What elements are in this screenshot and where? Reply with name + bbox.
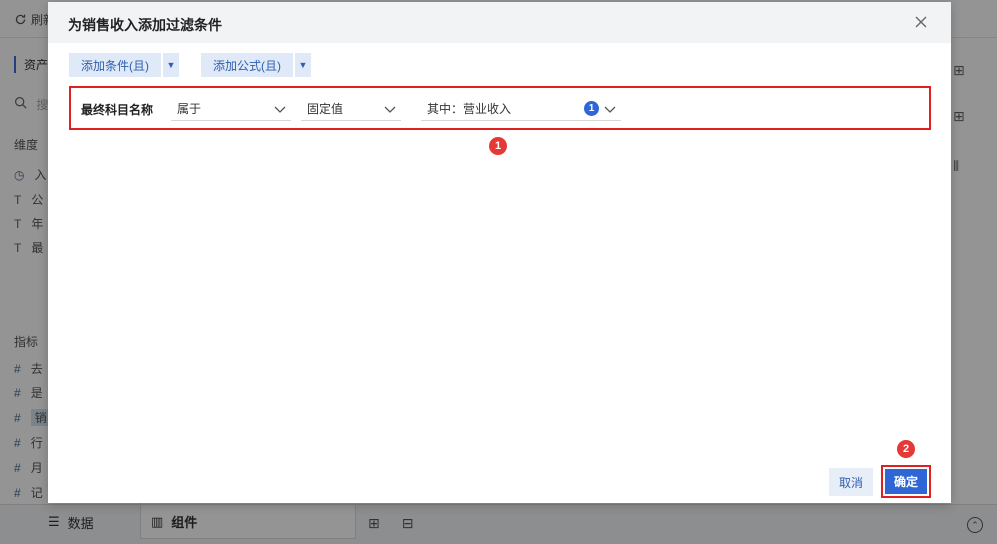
cancel-button[interactable]: 取消 [829, 468, 873, 496]
condition-row: 最终科目名称 属于 固定值 其中：营业收入 1 [69, 86, 931, 130]
step-marker-1: 1 [489, 137, 507, 155]
add-condition-group: 添加条件(且) ▼ [69, 53, 179, 77]
chevron-down-icon [604, 106, 616, 113]
dialog-title: 为销售收入添加过滤条件 [68, 17, 222, 33]
caret-down-icon: ▼ [298, 60, 308, 70]
close-icon[interactable] [913, 14, 929, 30]
add-condition-dropdown[interactable]: ▼ [163, 53, 179, 77]
add-formula-button[interactable]: 添加公式(且) [201, 53, 293, 77]
operator-select[interactable]: 属于 [171, 97, 291, 121]
add-formula-group: 添加公式(且) ▼ [201, 53, 311, 77]
add-formula-dropdown[interactable]: ▼ [295, 53, 311, 77]
ok-button[interactable]: 确定 [885, 469, 927, 494]
add-condition-button[interactable]: 添加条件(且) [69, 53, 161, 77]
chevron-down-icon [384, 106, 396, 113]
chevron-down-icon [274, 106, 286, 113]
filter-dialog: 为销售收入添加过滤条件 添加条件(且) ▼ 添加公式(且) ▼ 最终科目名称 属… [48, 2, 951, 503]
caret-down-icon: ▼ [166, 60, 176, 70]
step-marker-2: 2 [897, 440, 915, 458]
condition-field-name: 最终科目名称 [81, 103, 154, 117]
ok-button-highlight: 确定 [881, 465, 931, 498]
selected-values: 其中：营业收入 [427, 102, 512, 116]
value-type-value: 固定值 [307, 102, 344, 116]
operator-value: 属于 [177, 102, 202, 116]
value-select[interactable]: 其中：营业收入 1 [421, 97, 621, 121]
value-type-select[interactable]: 固定值 [301, 97, 401, 121]
dialog-header: 为销售收入添加过滤条件 [48, 2, 951, 43]
selected-count-badge: 1 [584, 101, 599, 116]
